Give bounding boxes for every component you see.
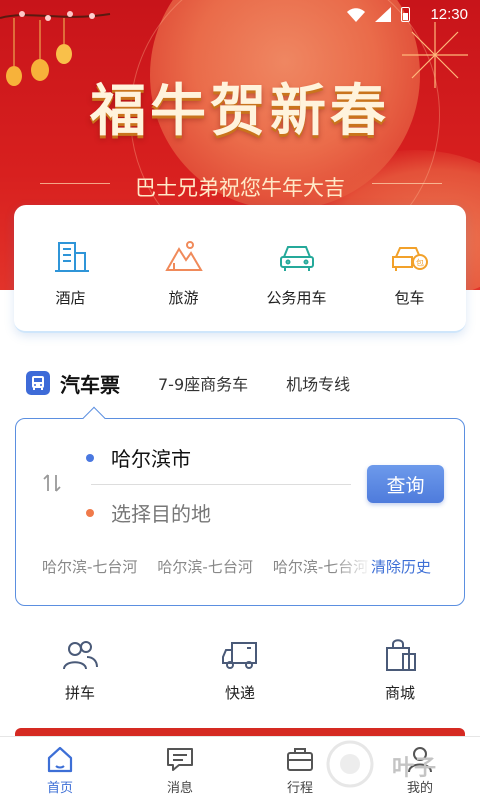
people-icon [63,641,98,670]
tab-airport-line[interactable]: 机场专线 [286,371,350,395]
tab-bus-ticket[interactable]: 汽车票 [60,369,120,398]
ticket-tabs: 汽车票 7-9座商务车 机场专线 [26,365,388,401]
status-bar: 12:30 [0,0,480,32]
delivery-truck-icon [222,642,257,669]
nav-messages-label: 消息 [166,781,193,796]
from-dot [86,454,94,462]
search-card: 哈尔滨市 选择目的地 查询 哈尔滨-七台河 哈尔滨-七台河 哈尔滨-七台河 清除历史 [15,406,465,606]
tab-business-car[interactable]: 7-9座商务车 [158,371,248,395]
banner-subtitle: 巴士兄弟祝您牛年大吉 [135,176,345,200]
nav-trips-label: 行程 [286,781,313,796]
svg-text:包: 包 [416,257,424,267]
wifi-icon [347,7,365,22]
service-hotel-label: 酒店 [55,288,86,307]
car-icon [279,245,314,271]
charter-car-icon: 包 [391,246,428,271]
battery-icon [401,7,410,22]
field-divider [91,484,351,485]
history-item[interactable]: 哈尔滨-七台河 [157,558,252,576]
service-official-car-label: 公务用车 [266,288,327,307]
quick-mall-label: 商城 [384,684,415,702]
service-travel-label: 旅游 [168,288,199,307]
clear-history-button[interactable]: 清除历史 [371,556,431,577]
quick-carpool[interactable]: 拼车 [0,636,160,703]
nav-messages[interactable]: 消息 [120,737,240,800]
quick-mall[interactable]: 商城 [320,636,480,703]
quick-entries: 拼车 快递 商城 [0,636,480,703]
status-time: 12:30 [430,6,468,23]
briefcase-icon [287,748,313,771]
quick-delivery[interactable]: 快递 [160,636,320,703]
banner-divider-right [372,183,442,184]
hotel-icon [54,241,89,272]
message-icon [167,748,193,771]
swap-icon[interactable] [40,471,64,495]
shopping-bag-icon [386,639,416,671]
watermark-text: 叶子 [392,756,437,781]
service-official-car[interactable]: 公务用车 [247,237,347,308]
departure-city-field[interactable]: 哈尔滨市 [111,443,191,472]
to-dot [86,509,94,517]
nav-home[interactable]: 首页 [0,737,120,800]
history-item[interactable]: 哈尔滨-七台河 [42,558,137,576]
search-history: 哈尔滨-七台河 哈尔滨-七台河 哈尔滨-七台河 [42,556,372,577]
mountain-icon [164,240,203,271]
service-hotel[interactable]: 酒店 [21,237,121,308]
home-icon [47,746,73,773]
query-button[interactable]: 查询 [367,465,444,503]
destination-field[interactable]: 选择目的地 [111,498,211,527]
service-card: 酒店 旅游 公务用车 包 包车 [14,205,466,333]
history-fade [332,551,372,577]
bus-icon [26,371,50,395]
service-charter[interactable]: 包 包车 [360,237,460,308]
service-charter-label: 包车 [394,288,425,307]
quick-delivery-label: 快递 [224,684,255,702]
tab-indicator-notch [82,406,106,430]
signal-icon [375,7,391,22]
quick-carpool-label: 拼车 [64,684,95,702]
service-travel[interactable]: 旅游 [134,237,234,308]
nav-home-label: 首页 [46,781,73,796]
banner-title: 福牛贺新春 [90,79,390,144]
